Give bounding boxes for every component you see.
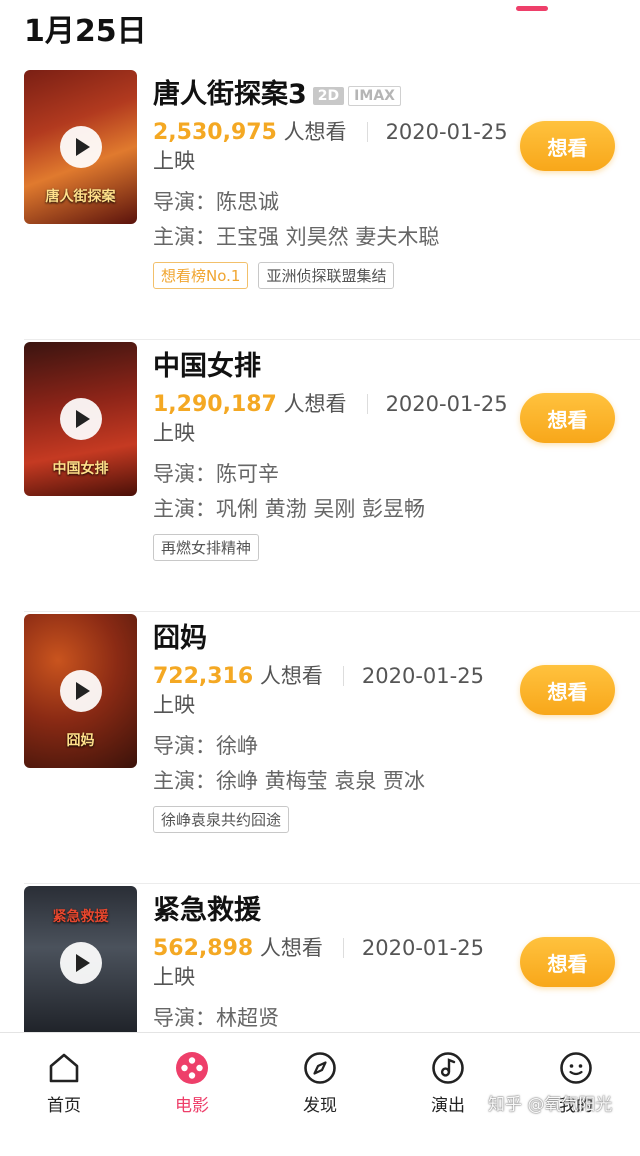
cast: 主演：王宝强 刘昊然 妻夫木聪	[153, 225, 440, 249]
chip-tag: 再燃女排精神	[153, 534, 260, 561]
home-icon	[49, 1053, 79, 1083]
divider	[342, 938, 344, 958]
tab-label: 发现	[303, 1096, 337, 1116]
movie-title[interactable]: 囧妈	[153, 616, 207, 655]
movie-card[interactable]: 囧妈 囧妈 722,316 人想看 2020-01-25 上映 导演：徐峥 主演：…	[0, 612, 640, 884]
format-badge-imax: IMAX	[348, 86, 401, 106]
movie-poster[interactable]: 中国女排	[24, 342, 137, 496]
wish-count: 562,898	[153, 936, 254, 961]
movie-poster[interactable]: 唐人街探案	[24, 70, 137, 224]
movie-chips: 再燃女排精神	[153, 534, 269, 561]
want-to-see-button[interactable]: 想看	[520, 665, 615, 715]
tab-label: 首页	[47, 1096, 81, 1116]
poster-title: 唐人街探案	[45, 189, 116, 205]
chip-ranking: 想看榜No.1	[153, 262, 249, 289]
wish-suffix: 人想看	[259, 664, 323, 688]
chip-tag: 亚洲侦探联盟集结	[258, 262, 395, 289]
divider	[366, 394, 368, 414]
tab-shows[interactable]: 演出	[403, 1051, 493, 1116]
play-icon[interactable]	[60, 670, 102, 712]
movie-stats: 562,898 人想看 2020-01-25 上映	[153, 934, 508, 991]
wish-count: 2,530,975	[153, 120, 277, 145]
movie-stats: 722,316 人想看 2020-01-25 上映	[153, 662, 508, 719]
watermark: 知乎 @氧气阳光	[488, 1095, 613, 1115]
tab-discover[interactable]: 发现	[275, 1051, 365, 1116]
cast: 主演：巩俐 黄渤 吴刚 彭昱畅	[153, 497, 426, 521]
poster-title: 囧妈	[66, 733, 95, 749]
format-badge-2d: 2D	[312, 87, 345, 105]
tab-label: 演出	[431, 1096, 465, 1116]
play-icon[interactable]	[60, 126, 102, 168]
play-icon[interactable]	[60, 942, 102, 984]
wish-suffix: 人想看	[259, 936, 323, 960]
want-to-see-button[interactable]: 想看	[520, 393, 615, 443]
wish-suffix: 人想看	[283, 392, 347, 416]
movie-card[interactable]: 中国女排 中国女排 1,290,187 人想看 2020-01-25 上映 导演：…	[0, 340, 640, 612]
movie-title-text: 唐人街探案3	[153, 79, 307, 110]
want-to-see-button[interactable]: 想看	[520, 937, 615, 987]
poster-title: 中国女排	[52, 461, 109, 477]
date-header: 1月25日	[24, 14, 147, 49]
divider	[342, 666, 344, 686]
play-icon[interactable]	[60, 398, 102, 440]
director: 导演：陈思诚	[153, 190, 279, 214]
page-indicator	[516, 6, 548, 11]
director: 导演：徐峥	[153, 734, 258, 758]
movie-stats: 1,290,187 人想看 2020-01-25 上映	[153, 390, 508, 447]
want-to-see-button[interactable]: 想看	[520, 121, 615, 171]
movie-poster[interactable]: 囧妈	[24, 614, 137, 768]
wish-count: 1,290,187	[153, 392, 277, 417]
wish-suffix: 人想看	[283, 120, 347, 144]
movie-title[interactable]: 紧急救援	[153, 888, 261, 927]
cast: 主演：徐峥 黄梅莹 袁泉 贾冰	[153, 769, 426, 793]
movie-title[interactable]: 唐人街探案3 2D IMAX	[153, 72, 401, 111]
tab-home[interactable]: 首页	[19, 1051, 109, 1116]
director: 导演：林超贤	[153, 1006, 279, 1030]
chip-tag: 徐峥袁泉共约囧途	[153, 806, 290, 833]
movie-stats: 2,530,975 人想看 2020-01-25 上映	[153, 118, 508, 175]
music-note-icon	[432, 1052, 464, 1084]
film-reel-icon	[176, 1052, 208, 1084]
movie-title[interactable]: 中国女排	[153, 344, 261, 383]
compass-icon	[304, 1052, 336, 1084]
movie-card[interactable]: 唐人街探案 唐人街探案3 2D IMAX 2,530,975 人想看 2020-01-…	[0, 68, 640, 340]
poster-title: 紧急救援	[52, 909, 109, 925]
smiley-icon	[560, 1052, 592, 1084]
movie-poster[interactable]: 紧急救援	[24, 886, 137, 1040]
movie-chips: 徐峥袁泉共约囧途	[153, 806, 299, 833]
wish-count: 722,316	[153, 664, 254, 689]
director: 导演：陈可辛	[153, 462, 279, 486]
divider	[366, 122, 368, 142]
tab-movies[interactable]: 电影	[147, 1051, 237, 1116]
movie-chips: 想看榜No.1 亚洲侦探联盟集结	[153, 262, 404, 289]
tab-label: 电影	[175, 1096, 209, 1116]
